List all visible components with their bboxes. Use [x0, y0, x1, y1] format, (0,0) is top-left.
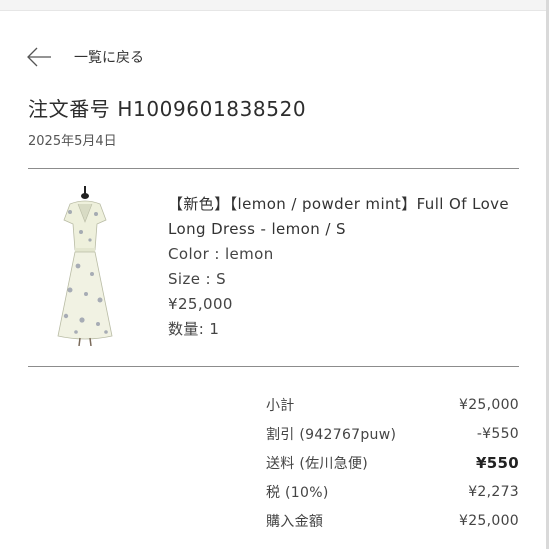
product-quantity: 数量: 1: [168, 320, 220, 338]
summary-row-tax: 税 (10%) ¥2,273: [266, 477, 519, 506]
summary-row-total: 購入金額 ¥25,000: [266, 506, 519, 535]
order-summary: 小計 ¥25,000 割引 (942767puw) -¥550 送料 (佐川急便…: [266, 390, 519, 535]
product-thumbnail[interactable]: [50, 186, 120, 347]
product-size: Size : S: [168, 270, 227, 288]
summary-value: -¥550: [476, 425, 519, 442]
back-to-list-link[interactable]: 一覧に戻る: [26, 42, 144, 72]
summary-label: 送料 (佐川急便): [266, 455, 369, 472]
back-link-label: 一覧に戻る: [74, 50, 144, 66]
summary-label: 税 (10%): [266, 484, 329, 501]
summary-value: ¥25,000: [459, 396, 519, 413]
arrow-left-icon: [26, 47, 52, 67]
product-details: 【新色】【lemon / powder mint】Full Of Love Lo…: [168, 192, 518, 342]
summary-label: 購入金額: [266, 513, 324, 530]
product-price: ¥25,000: [168, 295, 233, 313]
product-name[interactable]: 【新色】【lemon / powder mint】Full Of Love Lo…: [168, 192, 518, 242]
summary-value: ¥2,273: [468, 483, 519, 500]
summary-label: 割引 (942767puw): [266, 426, 397, 443]
summary-row-discount: 割引 (942767puw) -¥550: [266, 419, 519, 448]
divider: [28, 168, 519, 169]
summary-row-subtotal: 小計 ¥25,000: [266, 390, 519, 419]
order-date: 2025年5月4日: [28, 134, 117, 149]
product-color: Color : lemon: [168, 245, 274, 263]
summary-label: 小計: [266, 397, 295, 414]
window-top-edge: [0, 0, 549, 11]
summary-value: ¥25,000: [459, 512, 519, 529]
summary-value: ¥550: [476, 453, 519, 472]
order-number-title: 注文番号 H1009601838520: [28, 97, 307, 121]
divider: [28, 366, 519, 367]
summary-row-shipping: 送料 (佐川急便) ¥550: [266, 448, 519, 477]
